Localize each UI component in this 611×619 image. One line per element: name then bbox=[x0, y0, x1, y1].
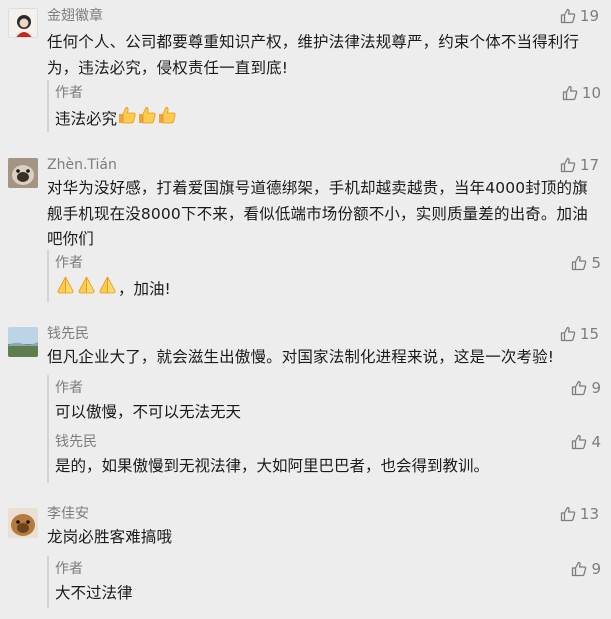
comment-author[interactable]: Zhèn.Tián bbox=[47, 156, 117, 174]
thumbs-up-icon bbox=[572, 561, 587, 577]
praying-hands-icon bbox=[99, 276, 116, 294]
like-count: 4 bbox=[591, 433, 601, 451]
like-count: 19 bbox=[579, 7, 599, 25]
reply-text: 可以傲慢，不可以无法无天 bbox=[55, 403, 242, 421]
thumbs-up-icon bbox=[572, 380, 587, 396]
thumbs-up-icon bbox=[119, 107, 136, 124]
like-button[interactable]: 13 bbox=[560, 505, 599, 523]
reply-author: 作者 bbox=[55, 561, 83, 577]
comment-author[interactable]: 李佳安 bbox=[47, 505, 89, 523]
like-count: 5 bbox=[591, 254, 601, 272]
like-button[interactable]: 9 bbox=[571, 560, 601, 578]
comment-text: 任何个人、公司都要尊重知识产权，维护法律法规尊严，约束个体不当得利行为，违法必究… bbox=[47, 33, 580, 77]
like-button[interactable]: 5 bbox=[571, 254, 601, 272]
reply-author: 作者 bbox=[55, 255, 83, 271]
like-count: 9 bbox=[591, 379, 601, 397]
thumbs-up-icon bbox=[572, 434, 587, 450]
thumbs-up-icon bbox=[560, 506, 576, 522]
reply-author[interactable]: 钱先民 bbox=[55, 433, 97, 451]
comment-text: 对华为没好感，打着爱国旗号道德绑架，手机却越卖越贵，当年4000封顶的旗舰手机现… bbox=[47, 179, 588, 248]
thumbs-up-icon bbox=[560, 157, 576, 173]
avatar-image bbox=[16, 15, 32, 37]
like-count: 10 bbox=[581, 84, 601, 102]
comment-author[interactable]: 金翅徽章 bbox=[47, 7, 103, 25]
like-button[interactable]: 10 bbox=[562, 84, 601, 102]
thumbs-up-icon bbox=[562, 85, 578, 101]
praying-hands-emoji-group bbox=[55, 276, 118, 294]
reply-author: 作者 bbox=[55, 380, 83, 396]
avatar[interactable] bbox=[8, 158, 38, 188]
author-reply: 作者 9 可以傲慢，不可以无法无天 bbox=[47, 375, 611, 429]
avatar-image bbox=[8, 158, 38, 188]
avatar[interactable] bbox=[8, 327, 38, 357]
reply-text-content: 违法必究 bbox=[55, 110, 118, 128]
like-button[interactable]: 17 bbox=[560, 156, 599, 174]
like-button[interactable]: 4 bbox=[571, 433, 601, 451]
like-count: 9 bbox=[591, 560, 601, 578]
comment-text: 但凡企业大了，就会滋生出傲慢。对国家法制化进程来说，这是一次考验! bbox=[47, 348, 555, 366]
author-reply: 作者 9 大不过法律 bbox=[47, 556, 611, 608]
thumbs-up-icon bbox=[560, 326, 576, 342]
reply-text-content: ，加油! bbox=[118, 280, 171, 298]
comment-text: 龙岗必胜客难搞哦 bbox=[47, 528, 173, 546]
avatar[interactable] bbox=[8, 8, 38, 38]
reply-text: 大不过法律 bbox=[55, 584, 133, 602]
like-count: 15 bbox=[579, 325, 599, 343]
thumbs-up-emoji-group bbox=[117, 106, 177, 124]
author-reply: 作者 10 违法必究 bbox=[47, 80, 611, 132]
thumbs-up-icon bbox=[572, 255, 587, 271]
comment-author[interactable]: 钱先民 bbox=[47, 325, 89, 343]
user-reply: 钱先民 4 是的，如果傲慢到无视法律，大如阿里巴巴者，也会得到教训。 bbox=[47, 429, 611, 483]
thumbs-up-icon bbox=[560, 8, 576, 24]
reply-text: 是的，如果傲慢到无视法律，大如阿里巴巴者，也会得到教训。 bbox=[55, 457, 490, 475]
author-reply: 作者 5 ，加油! bbox=[47, 250, 611, 302]
thumbs-up-icon bbox=[139, 107, 156, 124]
like-button[interactable]: 19 bbox=[560, 7, 599, 25]
thumbs-up-icon bbox=[159, 107, 176, 124]
like-count: 13 bbox=[579, 505, 599, 523]
like-count: 17 bbox=[579, 156, 599, 174]
reply-text: ，加油! bbox=[55, 276, 171, 300]
like-button[interactable]: 9 bbox=[571, 379, 601, 397]
reply-text: 违法必究 bbox=[55, 106, 177, 130]
like-button[interactable]: 15 bbox=[560, 325, 599, 343]
praying-hands-icon bbox=[57, 276, 74, 294]
reply-author: 作者 bbox=[55, 85, 83, 101]
praying-hands-icon bbox=[78, 276, 95, 294]
avatar-image bbox=[8, 508, 38, 538]
avatar[interactable] bbox=[8, 508, 38, 538]
avatar-image bbox=[8, 327, 38, 357]
